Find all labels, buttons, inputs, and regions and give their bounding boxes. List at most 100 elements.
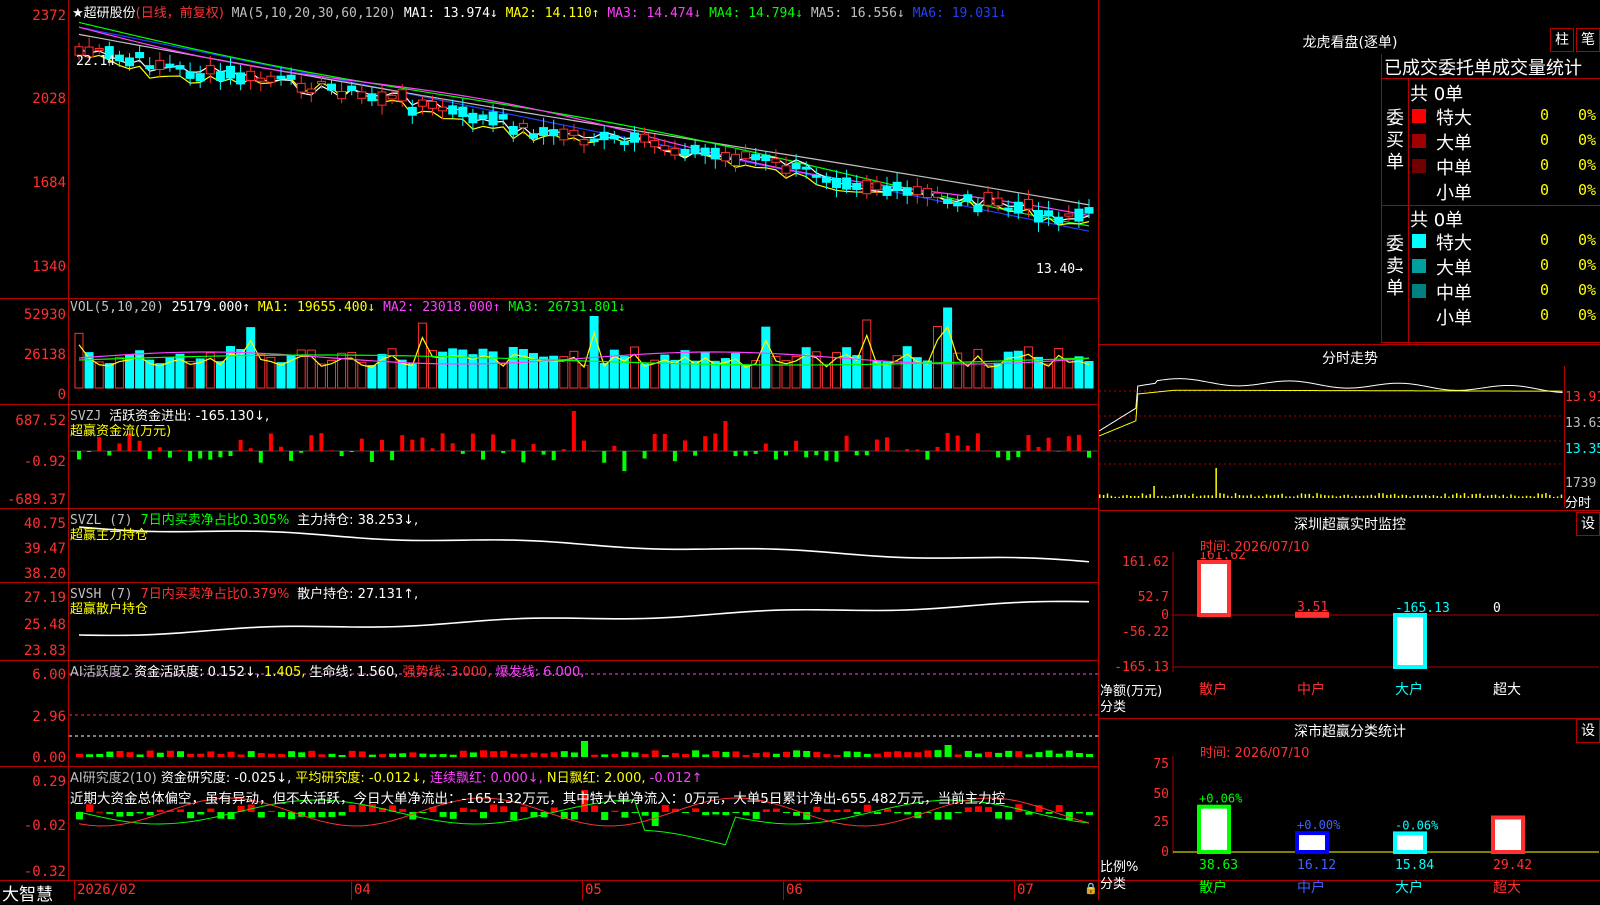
candle-21 [286,74,296,80]
intraday-vol-bar-102 [1494,494,1497,498]
tick-view-button[interactable]: 笔 [1576,28,1600,52]
vol-ma1: MA1: 19655.400↓ [257,300,376,315]
svzj-bar-76 [844,435,849,451]
volume-bar-2 [94,361,104,389]
ai-active-bar-83 [914,752,922,757]
ai-research-bar-11 [187,812,195,819]
volume-bar-78 [862,319,872,389]
vol-ma2: MA2: 23018.000↑ [383,300,501,315]
intraday-vol-bar-65 [1351,496,1353,498]
ai-active-bar-18 [257,753,265,757]
stats-change-1: +0.00% [1297,818,1341,832]
ai-active-bar-38 [459,750,467,757]
bar-view-button[interactable]: 柱 [1550,28,1574,52]
candle-63 [710,147,720,160]
monitor-settings-button[interactable]: 设 [1576,512,1600,536]
intraday-vol-bar-36 [1238,495,1241,498]
intraday-vol-bar-21 [1180,494,1182,498]
volume-bar-61 [690,360,700,389]
intraday-vol-bar-41 [1258,495,1260,498]
svzj-bar-54 [622,451,627,471]
ai-research-bar-99 [1075,812,1083,814]
ai-active-bar-10 [177,751,184,757]
intraday-vol-bar-75 [1390,494,1392,498]
ai-research-bar-7 [146,812,154,816]
svsh-ytick-3: 23.83 [23,643,66,659]
ai-research-bar-87 [954,812,962,814]
ai-active-bar-34 [419,753,427,757]
ai-active-life: 生命线: 1.560, [309,665,399,680]
candle-45 [529,133,538,139]
svsh-line [78,600,1090,637]
volume-bar-91 [993,362,1003,389]
intraday-vol-bar-83 [1421,495,1423,498]
volume-bar-50 [579,364,589,389]
buy-row-pct-0: 0% [1578,106,1597,124]
candle-30 [377,91,387,106]
intraday-vol-bar-60 [1331,495,1334,498]
ai-active-bar-68 [762,752,770,757]
svzj-bar-80 [885,437,889,451]
svzj-bar-85 [935,446,940,451]
ma-params: MA(5,10,20,30,60,120) [231,6,397,21]
candle-83 [912,186,922,196]
ai-research-bar-71 [793,812,801,816]
ma2-value: MA2: 14.110↑ [505,6,600,21]
svzj-bar-37 [450,443,455,451]
intraday-vol-bar-25 [1196,496,1198,498]
svzj-bar-70 [784,451,788,456]
candle-96 [1044,210,1054,217]
stats-settings-button[interactable]: 设 [1576,719,1600,743]
stats-ytick-0: 75 [1153,757,1169,772]
intraday-vol-bar-73 [1382,493,1384,498]
candle-84 [922,187,932,199]
svzj-bar-31 [390,451,395,461]
svzj-bar-6 [137,440,142,451]
ai-active-bar-78 [863,753,871,757]
monitor-cat-1: 中户 [1297,681,1325,698]
ai-research-bar-65 [732,812,740,813]
intraday-vol-bar-74 [1386,494,1388,498]
volume-bar-56 [640,363,650,389]
ai-research-nday: N日飘红: 2.000, [546,771,646,786]
intraday-vol-bar-19 [1172,495,1175,498]
candle-78 [862,179,872,195]
ai-active-bar-29 [368,754,376,757]
ai-active-bar-91 [995,752,1003,757]
intraday-vol-bar-76 [1393,493,1396,498]
svzj-bar-82 [905,449,910,451]
svzj-bar-88 [965,445,970,451]
monitor-panel[interactable]: 161.62 52.7 0 -56.22 -165.13 161.62 散户 3.51 中户 -1… [1099,548,1600,712]
intraday-panel[interactable] [1098,366,1565,508]
vol-ytick-2: 26138 [23,347,66,363]
kline-panel[interactable] [69,0,1098,298]
buy-row-count-2: 0 [1540,156,1550,174]
candle-97 [1054,216,1064,224]
lock-icon[interactable]: 🔒 [1084,882,1098,895]
ai-active-bar-92 [1005,750,1013,757]
intraday-vol-bar-56 [1316,493,1318,498]
ai-active-fund: 资金活跃度: 0.152↓, [134,665,260,680]
ai-active-bar-35 [429,754,437,757]
stats-bar-3 [1491,815,1525,854]
stats-bar-2 [1393,831,1427,854]
candle-26 [337,90,347,100]
intraday-vol-bar-84 [1424,494,1427,498]
volume-bar-8 [155,363,165,389]
stats-cat-3: 超大 [1493,880,1521,896]
svzj-bar-46 [541,451,546,455]
svzl-line [78,526,1090,563]
ai-active-strong: 强势线: 3.000, [402,665,492,680]
candle-80 [882,186,892,196]
candle-57 [650,140,660,148]
ai-active-ytick-3: 0.00 [32,750,66,766]
stats-panel[interactable]: 75 50 25 0 +0.06% 38.63 散户 +0.00% 16.12 中户 -0.06% 1… [1099,756,1600,900]
ai-research-bar-85 [934,812,942,820]
ai-active-bar-95 [1035,752,1043,757]
ai-active-bar-96 [1045,750,1053,757]
svzj-bar-95 [1036,446,1041,451]
candle-31 [387,94,397,100]
candle-15 [226,65,235,79]
stats-ytick-2: 25 [1153,815,1169,830]
intraday-vol-bar-16 [1161,495,1163,498]
